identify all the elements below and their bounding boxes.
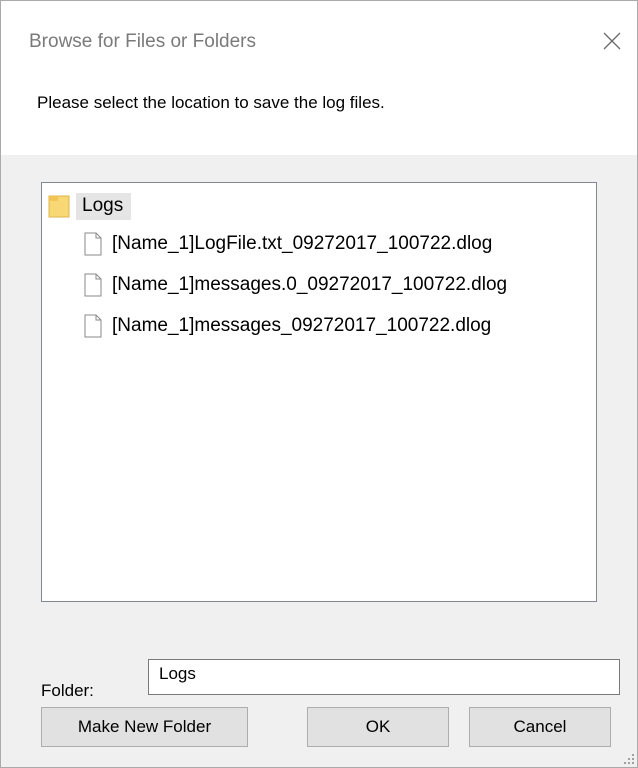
dialog-title: Browse for Files or Folders: [29, 31, 257, 52]
tree-item-label: [Name_1]LogFile.txt_09272017_100722.dlog: [112, 233, 493, 254]
title-bar[interactable]: Browse for Files or Folders: [1, 1, 637, 83]
tree-item-logs[interactable]: Logs: [48, 189, 132, 223]
tree-item-label: Logs: [76, 192, 132, 220]
tree-item-label: [Name_1]messages_09272017_100722.dlog: [112, 315, 492, 336]
prompt-text: Please select the location to save the l…: [37, 93, 385, 112]
file-icon: [84, 232, 102, 256]
browse-dialog: Browse for Files or Folders Please selec…: [0, 0, 638, 768]
file-icon: [84, 273, 102, 297]
tree-item-file[interactable]: [Name_1]messages_09272017_100722.dlog: [84, 309, 491, 343]
folder-icon: [48, 195, 70, 218]
close-button[interactable]: [587, 17, 637, 65]
tree-item-file[interactable]: [Name_1]messages.0_09272017_100722.dlog: [84, 268, 507, 302]
tree-item-label: [Name_1]messages.0_09272017_100722.dlog: [112, 274, 508, 295]
cancel-button[interactable]: Cancel: [469, 707, 611, 747]
ok-button[interactable]: OK: [307, 707, 449, 747]
make-new-folder-button[interactable]: Make New Folder: [41, 707, 248, 747]
folder-field-label: Folder:: [41, 681, 94, 700]
tree-item-file[interactable]: [Name_1]LogFile.txt_09272017_100722.dlog: [84, 227, 492, 261]
close-icon: [603, 32, 621, 50]
folder-tree[interactable]: Logs [Name_1]LogFile.txt_09272017_100722…: [41, 182, 597, 602]
folder-input[interactable]: [148, 659, 620, 695]
resize-grip-icon[interactable]: [621, 751, 635, 765]
file-icon: [84, 314, 102, 338]
